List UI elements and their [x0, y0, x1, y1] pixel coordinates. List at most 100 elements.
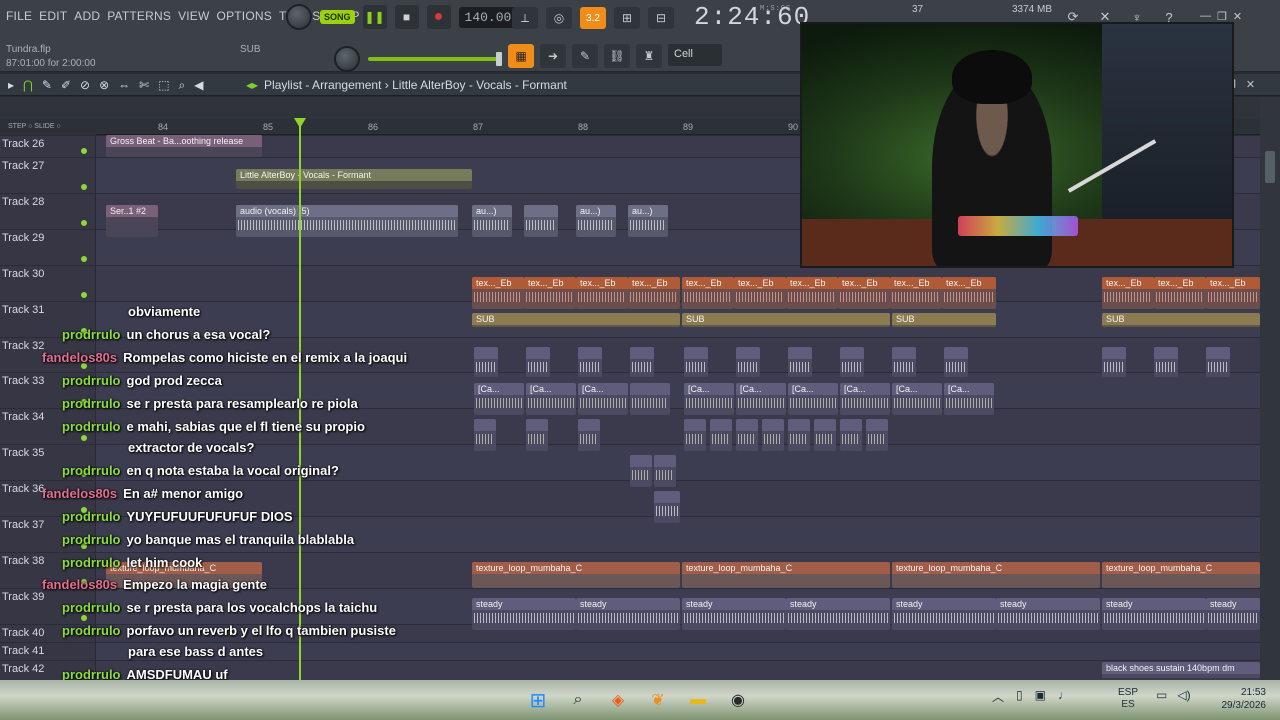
clip-steady[interactable]: steady [576, 598, 680, 630]
usb-icon[interactable]: ▯ [1016, 688, 1023, 705]
countdown-icon[interactable]: 3.2 [580, 7, 606, 29]
clip-steady[interactable]: steady [1206, 598, 1260, 630]
time-display[interactable]: 2:24:60 M:S:CS [694, 2, 810, 32]
search-icon[interactable]: ⌕ [564, 686, 592, 714]
clip-tex[interactable]: tex..._Eb [682, 277, 734, 309]
clip-steady[interactable]: steady [1102, 598, 1206, 630]
clip-tex[interactable]: tex..._Eb [472, 277, 524, 309]
stop-button[interactable]: ■ [394, 5, 419, 29]
magnet-icon[interactable]: ⋂ [23, 78, 33, 93]
file-explorer-icon[interactable]: ▬ [684, 686, 712, 714]
network-icon[interactable]: ▭ [1156, 688, 1167, 702]
clip-ca[interactable]: [Ca... [578, 383, 628, 415]
clip-texture-loop[interactable]: texture_loop_mumbaha_C [682, 562, 890, 588]
clip-chop[interactable] [736, 347, 760, 377]
obs-icon[interactable]: ◉ [724, 686, 752, 714]
clip-chop[interactable] [736, 419, 758, 451]
menu-add[interactable]: ADD [74, 9, 100, 23]
plugin-icon[interactable]: ♜ [636, 44, 662, 68]
draw-icon[interactable]: ✎ [42, 78, 52, 93]
pencil-icon[interactable]: ✎ [572, 44, 598, 68]
clip-alterboy[interactable]: Little AlterBoy - Vocals - Formant [236, 169, 472, 189]
clip-chop[interactable] [578, 347, 602, 377]
clip-sub[interactable]: SUB [472, 313, 680, 327]
track-label[interactable]: Track 28 [0, 194, 96, 229]
clip-ser[interactable]: Ser..1 #2 [106, 205, 158, 237]
clip-ca[interactable]: [Ca... [474, 383, 524, 415]
clip-tex[interactable]: tex..._Eb [1154, 277, 1206, 309]
windows-start-icon[interactable]: ⊞ [524, 686, 552, 714]
clip-chop[interactable] [1206, 347, 1230, 377]
bluetooth-icon[interactable]: ▣ [1035, 688, 1046, 705]
clip-steady[interactable]: steady [996, 598, 1100, 630]
metronome-icon[interactable]: ⟂ [512, 7, 538, 29]
play-arrow-icon[interactable]: ▸ [8, 78, 14, 93]
mute-icon[interactable]: ⊗ [99, 78, 109, 93]
clip-chop[interactable] [684, 419, 706, 451]
clip-tex[interactable]: tex..._Eb [628, 277, 680, 309]
clip-ca[interactable]: [Ca... [736, 383, 786, 415]
clip-chop[interactable] [526, 347, 550, 377]
paint-icon[interactable]: ✐ [61, 78, 71, 93]
brave-browser-icon[interactable]: ◈ [604, 686, 632, 714]
zoom-icon[interactable]: ⌕ [179, 78, 186, 93]
clip-sub[interactable]: SUB [682, 313, 890, 327]
clip-steady[interactable]: steady [892, 598, 996, 630]
clip-au[interactable]: au...) [576, 205, 616, 237]
clip-tex[interactable]: tex..._Eb [524, 277, 576, 309]
track-mute-led[interactable] [81, 184, 87, 190]
tray-overflow-icon[interactable]: ︿ [992, 688, 1004, 705]
language-indicator[interactable]: ESP ES [1118, 687, 1138, 711]
menu-file[interactable]: FILE [6, 9, 32, 23]
clip-chop[interactable] [840, 419, 862, 451]
clip-tex[interactable]: tex..._Eb [734, 277, 786, 309]
track-label[interactable]: Track 27 [0, 158, 96, 193]
track-label[interactable]: Track 26 [0, 136, 96, 157]
clip-chop[interactable] [474, 347, 498, 377]
track-mute-led[interactable] [81, 220, 87, 226]
clip-tex[interactable]: tex..._Eb [942, 277, 996, 309]
master-pitch-knob[interactable] [334, 46, 360, 72]
scrollbar-thumb[interactable] [1265, 151, 1275, 183]
clip-ca[interactable]: [Ca... [944, 383, 994, 415]
vertical-scrollbar[interactable] [1260, 97, 1280, 680]
clip-gross-beat[interactable]: Gross Beat - Ba...oothing release [106, 135, 262, 157]
clip-chop[interactable] [788, 347, 812, 377]
clip-ca[interactable]: [Ca... [526, 383, 576, 415]
snap-selector[interactable]: Cell [668, 44, 722, 66]
clip-chop[interactable] [762, 419, 784, 451]
record-button[interactable]: ● [426, 5, 451, 29]
track-mute-led[interactable] [81, 148, 87, 154]
clip-ca[interactable]: [Ca... [892, 383, 942, 415]
clip-chop[interactable] [892, 347, 916, 377]
delete-icon[interactable]: ⊘ [80, 78, 90, 93]
menu-options[interactable]: OPTIONS [217, 9, 272, 23]
clip-chop[interactable] [578, 419, 600, 451]
track-mute-led[interactable] [81, 292, 87, 298]
slice-icon[interactable]: ✄ [139, 78, 149, 93]
volume-icon[interactable]: ◁) [1177, 688, 1190, 702]
clip-tex[interactable]: tex..._Eb [838, 277, 890, 309]
clip-audio-vocals[interactable]: audio (vocals) (5) [236, 205, 458, 237]
clip-steady[interactable]: steady [472, 598, 576, 630]
clip-sub[interactable]: SUB [1102, 313, 1260, 327]
clip-chop[interactable] [1154, 347, 1178, 377]
blend-notes-icon[interactable]: ⊟ [648, 7, 674, 29]
clip-chop[interactable] [630, 347, 654, 377]
clip-chop[interactable] [526, 419, 548, 451]
clip-tex[interactable]: tex..._Eb [786, 277, 838, 309]
clip-chop[interactable] [654, 455, 676, 487]
clip-sub[interactable]: SUB [892, 313, 996, 327]
menu-patterns[interactable]: PATTERNS [107, 9, 171, 23]
slip-icon[interactable]: ⇔ [118, 78, 130, 93]
clip-steady[interactable]: steady [786, 598, 890, 630]
clip-ca[interactable]: [Ca... [788, 383, 838, 415]
clip-chop[interactable] [944, 347, 968, 377]
clip-chop[interactable] [710, 419, 732, 451]
clip-ca[interactable]: [Ca... [840, 383, 890, 415]
play-pause-button[interactable]: ❚❚ [362, 5, 387, 29]
clip-black-shoes[interactable]: black shoes sustain 140bpm dm [1102, 662, 1260, 678]
clip-au[interactable]: au...) [628, 205, 668, 237]
clip-steady[interactable]: steady [682, 598, 786, 630]
playback-icon[interactable]: ◀ [194, 78, 203, 93]
